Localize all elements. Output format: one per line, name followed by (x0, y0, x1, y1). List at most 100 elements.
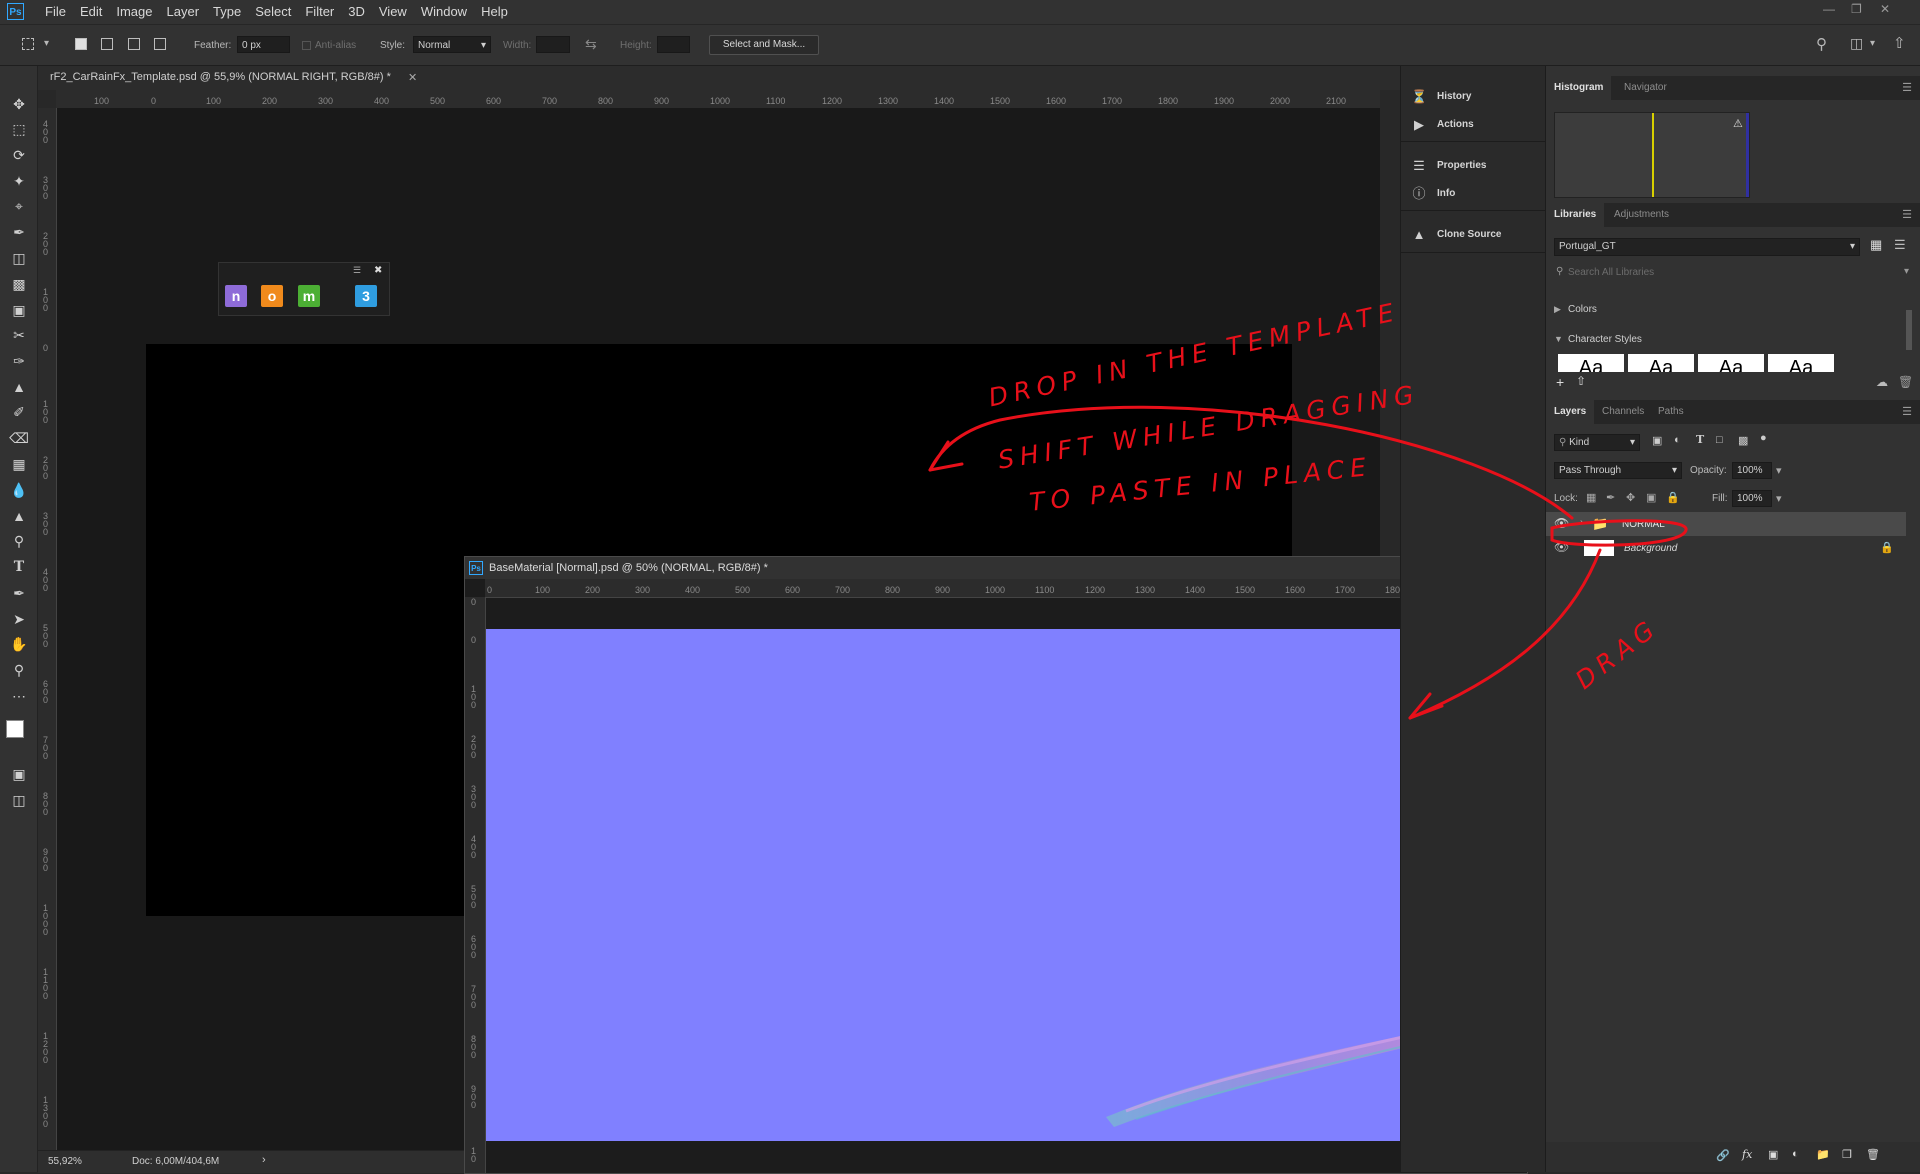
lock-artboard-icon[interactable]: ▣ (1646, 491, 1656, 504)
restore-icon[interactable]: ❐ (1851, 2, 1862, 16)
clone-stamp-tool-icon[interactable]: ▲ (9, 377, 29, 397)
menu-file[interactable]: File (38, 0, 73, 24)
chevron-right-icon[interactable]: › (1580, 517, 1583, 528)
height-input[interactable] (657, 36, 690, 53)
minimize-icon[interactable]: — (1823, 2, 1835, 16)
info-panel-button[interactable]: ⓘ Info (1411, 183, 1541, 205)
link-layers-icon[interactable]: 🔗 (1716, 1149, 1730, 1162)
tab-libraries[interactable]: Libraries (1546, 203, 1605, 227)
upload-icon[interactable]: ⇧ (1576, 374, 1586, 388)
marquee-preset-icon[interactable] (22, 38, 34, 50)
search-icon[interactable]: ⚲ (1816, 35, 1827, 53)
trash-icon[interactable]: 🗑 (1898, 375, 1913, 389)
character-style-thumb[interactable]: Aa (1628, 354, 1694, 372)
adjustment-layer-icon[interactable]: ◐ (1792, 1148, 1799, 1160)
new-layer-icon[interactable]: ❐ (1842, 1148, 1852, 1161)
healing-brush-tool-icon[interactable]: ◫ (9, 248, 29, 268)
library-search[interactable]: ⚲ Search All Libraries ▾ (1554, 266, 1914, 282)
add-selection-icon[interactable] (101, 38, 113, 50)
character-styles-section[interactable]: ▼ Character Styles (1554, 334, 1754, 348)
panel-menu-icon[interactable]: ☰ (353, 265, 361, 276)
new-selection-icon[interactable] (75, 38, 87, 50)
menu-image[interactable]: Image (109, 0, 159, 24)
character-style-thumb[interactable]: Aa (1768, 354, 1834, 372)
content-aware-tool-icon[interactable]: ▣ (9, 300, 29, 320)
close-icon[interactable]: ✕ (1880, 2, 1890, 16)
panel-menu-icon[interactable]: ☰ (1902, 208, 1912, 221)
panel-menu-icon[interactable]: ☰ (1902, 405, 1912, 418)
filter-smart-object-icon[interactable]: ▩ (1738, 434, 1748, 447)
brush-tool-icon[interactable]: ✑ (9, 351, 29, 371)
menu-3d[interactable]: 3D (341, 0, 372, 24)
zoom-level[interactable]: 55,92% (48, 1156, 82, 1167)
floating-window-titlebar[interactable]: Ps BaseMaterial [Normal].psd @ 50% (NORM… (465, 557, 1527, 579)
cloud-sync-icon[interactable]: ☁ (1876, 375, 1888, 389)
pen-tool-icon[interactable]: ✒ (9, 583, 29, 603)
chevron-down-icon[interactable]: ▾ (1870, 38, 1875, 49)
style-select[interactable]: Normal ▾ (413, 36, 491, 53)
blur-tool-icon[interactable]: 💧 (9, 480, 29, 500)
feather-input[interactable]: 0 px (237, 36, 290, 53)
libraries-scrollbar[interactable] (1906, 310, 1912, 350)
chevron-down-icon[interactable]: ▾ (1776, 464, 1782, 477)
path-selection-tool-icon[interactable]: ➤ (9, 609, 29, 629)
tab-histogram[interactable]: Histogram (1546, 76, 1612, 100)
colors-section[interactable]: ▶ Colors (1554, 304, 1754, 318)
chevron-down-icon[interactable]: ▾ (44, 38, 49, 49)
panel-menu-icon[interactable]: ☰ (1902, 81, 1912, 94)
lasso-tool-icon[interactable]: ⟳ (9, 145, 29, 165)
eyedropper-tool-icon[interactable]: ✒ (9, 222, 29, 242)
crop-tool-icon[interactable]: ⌖ (9, 196, 29, 216)
type-tool-icon[interactable]: T (9, 557, 29, 577)
layer-kind-filter[interactable]: ⚲ Kind ▾ (1554, 434, 1640, 451)
dodge-tool-icon[interactable]: ⚲ (9, 531, 29, 551)
more-tools-icon[interactable]: ⋯ (9, 686, 29, 706)
fill-input[interactable]: 100% (1732, 490, 1772, 507)
tab-navigator[interactable]: Navigator (1616, 76, 1675, 100)
foreground-color-swatch[interactable] (6, 720, 24, 738)
filter-toggle-icon[interactable]: ● (1760, 432, 1767, 444)
eye-icon[interactable]: 👁 (1554, 540, 1569, 554)
gradient-tool-icon[interactable]: ▦ (9, 454, 29, 474)
filter-adjustment-icon[interactable]: ◐ (1674, 434, 1681, 446)
character-style-thumb[interactable]: Aa (1558, 354, 1624, 372)
grid-view-icon[interactable]: ▦ (1870, 237, 1882, 253)
swap-icon[interactable]: ⇆ (585, 36, 597, 53)
list-view-icon[interactable]: ☰ (1894, 237, 1906, 253)
lock-transparent-icon[interactable]: ▦ (1586, 491, 1596, 504)
plugin-o-icon[interactable]: o (261, 285, 283, 307)
normal-map-canvas[interactable] (486, 629, 1510, 1141)
close-tab-icon[interactable]: ✕ (408, 71, 417, 84)
menu-type[interactable]: Type (206, 0, 248, 24)
filter-type-icon[interactable]: T (1696, 433, 1704, 446)
tab-adjustments[interactable]: Adjustments (1606, 203, 1677, 227)
layer-row-background[interactable]: 👁 Background 🔒 (1546, 536, 1906, 560)
opacity-input[interactable]: 100% (1732, 462, 1772, 479)
magic-wand-tool-icon[interactable]: ✦ (9, 171, 29, 191)
plugin-m-icon[interactable]: m (298, 285, 320, 307)
zoom-tool-icon[interactable]: ⚲ (9, 660, 29, 680)
intersect-selection-icon[interactable] (154, 38, 166, 50)
filter-pixel-icon[interactable]: ▣ (1652, 434, 1662, 447)
tab-paths[interactable]: Paths (1650, 400, 1692, 424)
clone-source-panel-button[interactable]: ▲ Clone Source (1411, 224, 1541, 246)
select-and-mask-button[interactable]: Select and Mask... (709, 35, 819, 55)
history-brush-tool-icon[interactable]: ✐ (9, 402, 29, 422)
layer-name-normal[interactable]: NORMAL (1622, 519, 1665, 530)
menu-view[interactable]: View (372, 0, 414, 24)
blend-mode-select[interactable]: Pass Through ▾ (1554, 462, 1682, 479)
add-mask-icon[interactable]: ▣ (1768, 1148, 1778, 1161)
menu-edit[interactable]: Edit (73, 0, 109, 24)
rectangular-marquee-tool-icon[interactable]: ⬚ (9, 119, 29, 139)
layer-name-background[interactable]: Background (1624, 543, 1677, 554)
lock-all-icon[interactable]: 🔒 (1666, 491, 1680, 504)
scissors-tool-icon[interactable]: ✂ (9, 325, 29, 345)
move-tool-icon[interactable]: ✥ (9, 94, 29, 114)
eye-icon[interactable]: 👁 (1554, 516, 1569, 530)
history-panel-button[interactable]: ⏳ History (1411, 86, 1541, 108)
properties-panel-button[interactable]: ☰ Properties (1411, 155, 1541, 177)
plugin-3-icon[interactable]: 3 (355, 285, 377, 307)
width-input[interactable] (536, 36, 570, 53)
actions-panel-button[interactable]: ▶ Actions (1411, 114, 1541, 136)
menu-select[interactable]: Select (248, 0, 298, 24)
